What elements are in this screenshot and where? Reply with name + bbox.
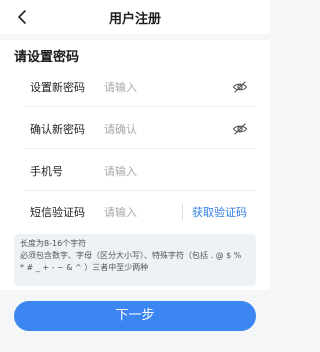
tip-line: * # _ + - ~ & ^ ）三者中至少两种 — [20, 263, 149, 272]
confirm-password-input[interactable] — [104, 119, 214, 139]
page-title: 用户注册 — [108, 12, 161, 27]
sms-code-row: 短信验证码 获取验证码 — [14, 192, 256, 232]
tip-line: 长度为8-16个字符 — [20, 239, 87, 248]
sms-code-label: 短信验证码 — [30, 206, 85, 219]
get-code-button[interactable]: 获取验证码 — [192, 204, 247, 220]
new-password-input[interactable] — [104, 77, 214, 97]
confirm-password-row: 确认新密码 — [14, 109, 256, 149]
vertical-divider — [182, 204, 183, 220]
section-title: 请设置密码 — [14, 50, 80, 65]
phone-row: 手机号 — [14, 151, 256, 191]
eye-slash-icon[interactable] — [232, 79, 248, 95]
next-button[interactable]: 下一步 — [14, 301, 256, 331]
sms-code-input[interactable] — [104, 202, 174, 222]
new-password-row: 设置新密码 — [14, 67, 256, 107]
row-divider — [24, 190, 256, 191]
confirm-password-label: 确认新密码 — [30, 123, 85, 136]
row-divider — [24, 148, 256, 149]
new-password-label: 设置新密码 — [30, 81, 85, 94]
tip-line: 必须包含数字、字母（区分大小写）、特殊字符（包括 . @ $ % — [20, 251, 242, 260]
row-divider — [24, 106, 256, 107]
phone-label: 手机号 — [30, 165, 63, 178]
top-nav-bar: 用户注册 — [0, 0, 270, 34]
eye-slash-icon[interactable] — [232, 121, 248, 137]
password-rules-tip: 长度为8-16个字符 必须包含数字、字母（区分大小写）、特殊字符（包括 . @ … — [14, 234, 256, 286]
phone-input[interactable] — [104, 161, 214, 181]
